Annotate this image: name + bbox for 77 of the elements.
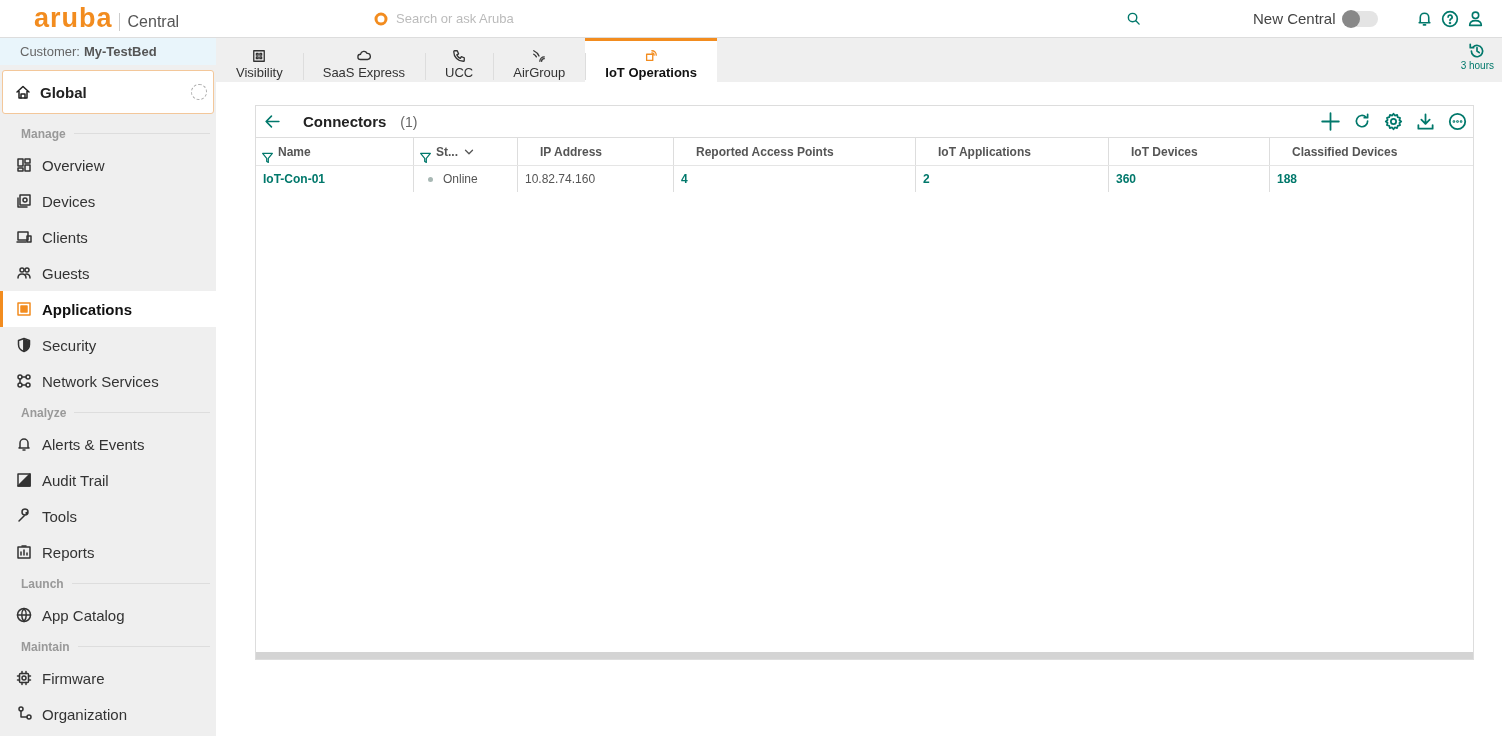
nav-item[interactable]: Network Services <box>0 363 216 399</box>
section-heading: Manage <box>21 126 66 141</box>
grid-icon <box>16 301 32 317</box>
phone-icon <box>452 49 467 63</box>
search-icon <box>1126 11 1141 26</box>
bell-icon <box>16 436 32 452</box>
column-header[interactable]: IoT Devices <box>1109 138 1270 165</box>
tab[interactable]: IoT Operations <box>585 38 718 82</box>
card-title: Connectors <box>303 113 387 130</box>
home-icon <box>15 84 31 100</box>
column-header[interactable]: Name <box>256 138 414 165</box>
shield-icon <box>16 337 32 353</box>
search-field[interactable]: Search or ask Aruba <box>394 10 1126 27</box>
nav-item[interactable]: Clients <box>0 219 216 255</box>
new-central-toggle[interactable] <box>1343 10 1378 27</box>
tab[interactable]: AirGroup <box>493 38 586 82</box>
cell-link[interactable]: 360 <box>1116 172 1137 186</box>
nav-item[interactable]: Applications <box>0 291 216 327</box>
column-header[interactable]: Classified Devices <box>1270 138 1473 165</box>
nav-item[interactable]: Reports <box>0 534 216 570</box>
table-cell: 10.82.74.160 <box>525 172 596 186</box>
column-header[interactable]: IoT Applications <box>916 138 1109 165</box>
nav-item[interactable]: Overview <box>0 147 216 183</box>
cell-link[interactable]: 4 <box>681 172 688 186</box>
settings-icon <box>1384 112 1403 131</box>
cell-link[interactable]: IoT-Con-01 <box>263 172 325 186</box>
nav-item[interactable]: App Catalog <box>0 597 216 633</box>
tab[interactable]: Visibility <box>216 38 303 82</box>
tab[interactable]: UCC <box>425 38 494 82</box>
network-icon <box>16 373 32 389</box>
section-heading: Maintain <box>21 639 70 654</box>
column-header[interactable]: St... <box>414 138 518 165</box>
nav-item[interactable]: Audit Trail <box>0 462 216 498</box>
horizontal-scrollbar[interactable] <box>256 652 1473 659</box>
aruba-icon <box>374 11 388 26</box>
cell-link[interactable]: 188 <box>1277 172 1298 186</box>
nav-item[interactable]: Firmware <box>0 660 216 696</box>
globe-icon <box>16 607 32 623</box>
signal-icon <box>532 49 547 63</box>
chip-icon <box>16 670 32 686</box>
nav-item[interactable]: Security <box>0 327 216 363</box>
nav-item[interactable]: Alerts & Events <box>0 426 216 462</box>
cloud-icon <box>356 49 371 63</box>
column-header[interactable]: IP Address <box>518 138 674 165</box>
cell-link[interactable]: 2 <box>923 172 930 186</box>
nav-item[interactable]: Organization <box>0 696 216 732</box>
brand-logo: aruba <box>34 5 113 32</box>
filter-icon <box>261 151 274 164</box>
toggle-label: New Central <box>1253 10 1336 27</box>
clients-icon <box>16 229 32 245</box>
scope-selector[interactable]: Global <box>2 70 214 114</box>
add-icon <box>1321 112 1340 131</box>
refresh-icon <box>1353 112 1371 130</box>
status-text: Online <box>443 172 478 186</box>
section-heading: Launch <box>21 576 64 591</box>
time-range-button[interactable]: 3 hours <box>1452 38 1502 82</box>
user-icon <box>1466 10 1484 27</box>
more-icon <box>1448 112 1467 131</box>
customer-label: Customer: My-TestBed <box>0 38 216 65</box>
devices-icon <box>16 193 32 209</box>
section-heading: Analyze <box>21 405 67 420</box>
dashboard-icon <box>16 157 32 173</box>
help-icon <box>1440 9 1459 28</box>
bell-icon <box>1415 10 1433 27</box>
download-icon <box>1416 112 1435 131</box>
tab[interactable]: SaaS Express <box>302 38 426 82</box>
column-header[interactable]: Reported Access Points <box>674 138 916 165</box>
grid-icon <box>252 49 267 63</box>
item-count: (1) <box>400 113 418 130</box>
nav-item[interactable]: Devices <box>0 183 216 219</box>
nav-item[interactable]: Guests <box>0 255 216 291</box>
filter-icon <box>419 151 432 164</box>
product-name: Central <box>118 12 180 31</box>
nav-item[interactable]: Tools <box>0 498 216 534</box>
people-icon <box>16 265 32 281</box>
back-arrow-icon <box>264 113 281 130</box>
report-icon <box>16 544 32 560</box>
